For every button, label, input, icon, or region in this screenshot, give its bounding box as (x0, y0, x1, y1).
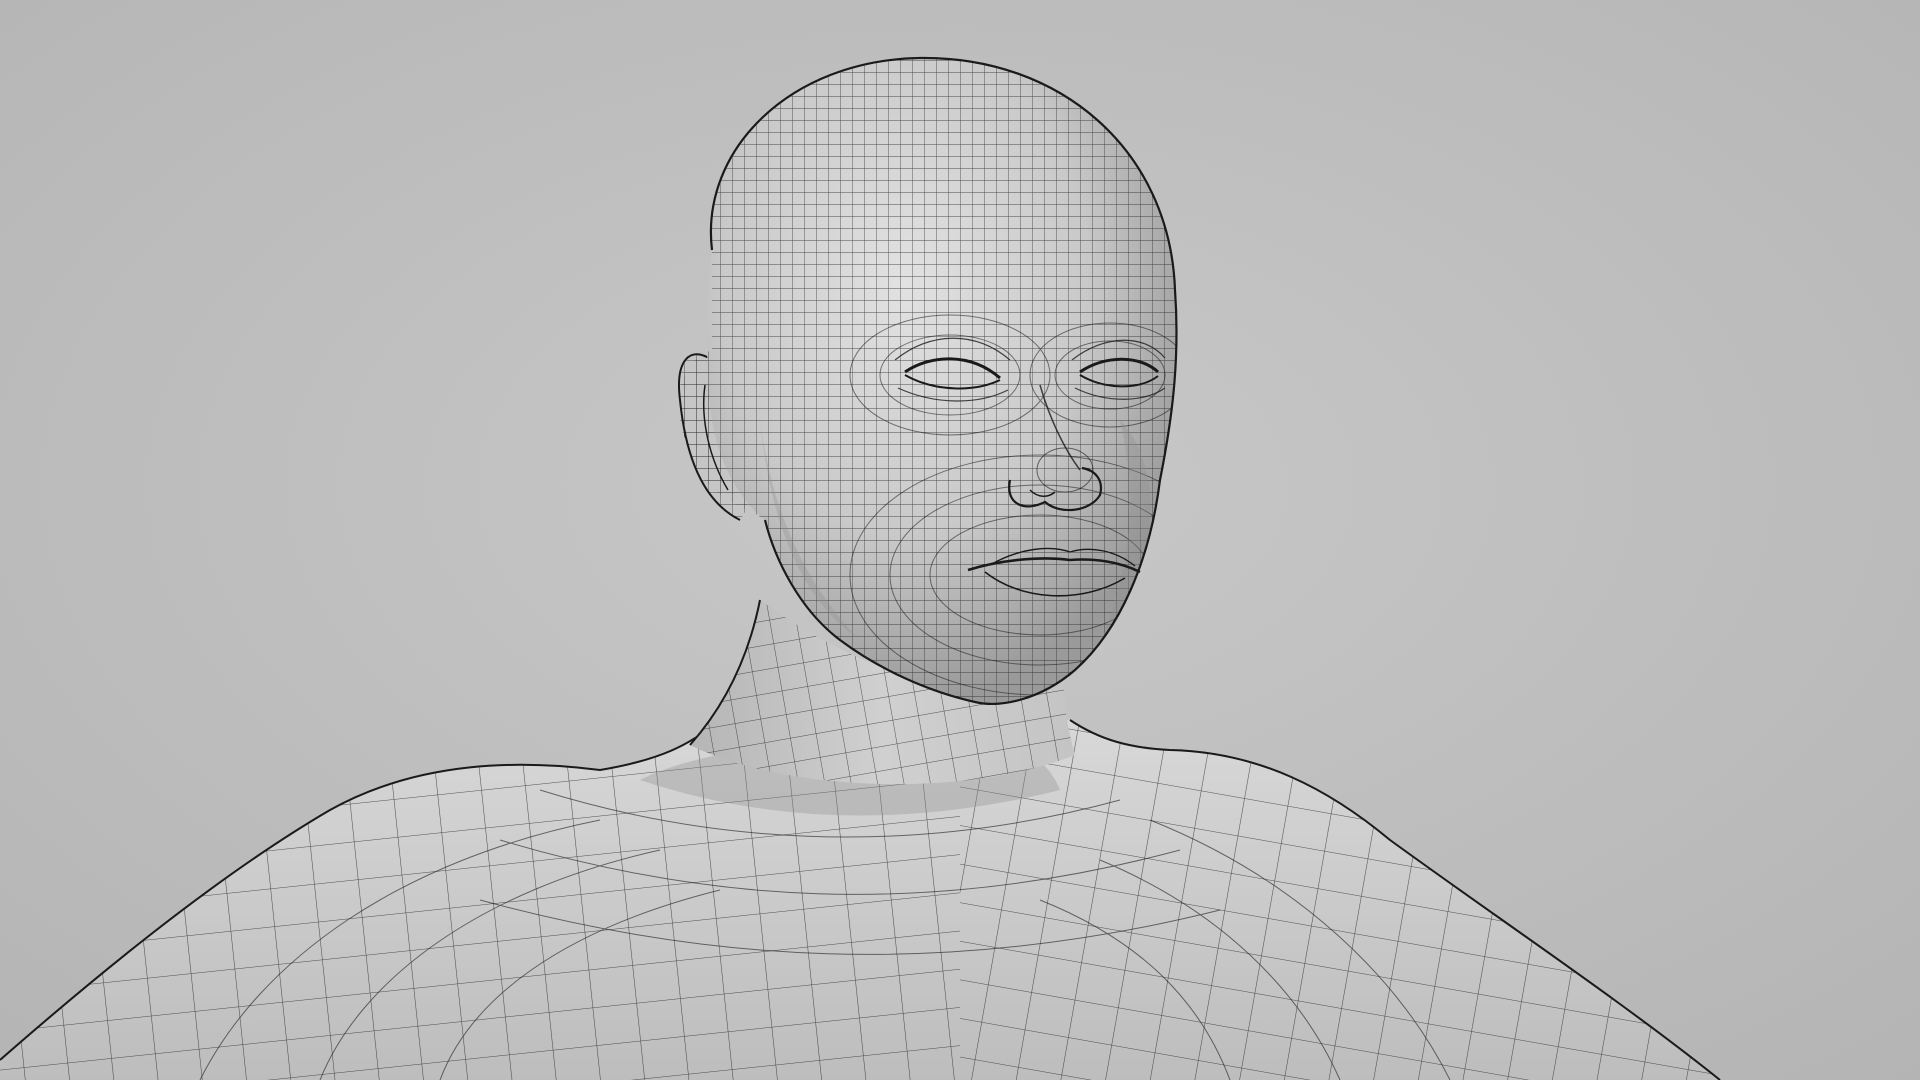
wireframe-model-render (0, 0, 1920, 1080)
3d-viewport[interactable] (0, 0, 1920, 1080)
